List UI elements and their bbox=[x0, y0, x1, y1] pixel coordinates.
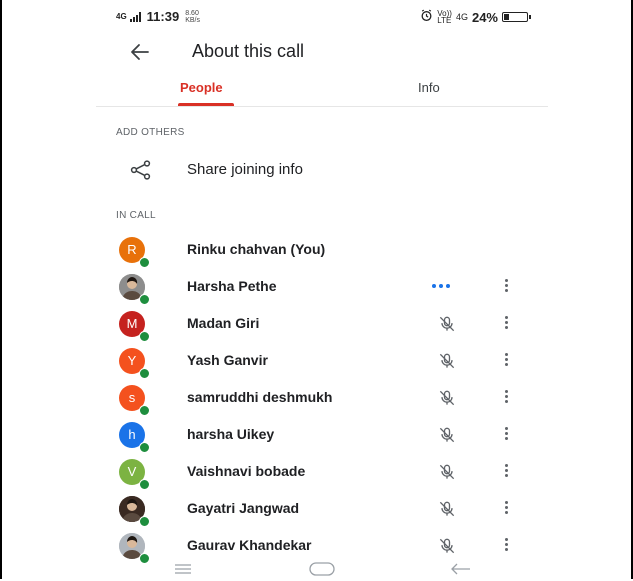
mic-off-icon[interactable] bbox=[437, 462, 457, 487]
participant-row[interactable]: Harsha Pethe bbox=[96, 268, 548, 305]
status-right: Vo)) LTE 4G 24% bbox=[420, 9, 531, 25]
participant-name: Vaishnavi bobade bbox=[187, 463, 306, 479]
status-left: 4G 11:39 8.60 KB/s bbox=[116, 9, 200, 24]
tab-bar: People Info bbox=[96, 72, 548, 107]
network-indicator: 4G bbox=[116, 12, 127, 21]
mic-off-icon[interactable] bbox=[437, 351, 457, 376]
participant-name: Gaurav Khandekar bbox=[187, 537, 312, 553]
tab-info[interactable]: Info bbox=[418, 80, 440, 95]
participant-row[interactable]: h harsha Uikey bbox=[96, 416, 548, 453]
speed-value: 8.60 bbox=[185, 9, 199, 17]
participant-row[interactable]: M Madan Giri bbox=[96, 305, 548, 342]
mic-off-icon[interactable] bbox=[437, 388, 457, 413]
phone-screen: 4G 11:39 8.60 KB/s Vo)) LTE 4G 24% About… bbox=[96, 0, 548, 579]
battery-fill bbox=[504, 14, 509, 20]
app-header: About this call bbox=[96, 34, 548, 70]
mic-off-icon[interactable] bbox=[437, 314, 457, 339]
tab-people[interactable]: People bbox=[180, 80, 223, 95]
back-icon[interactable] bbox=[449, 562, 471, 581]
participant-row[interactable]: Y Yash Ganvir bbox=[96, 342, 548, 379]
participant-row[interactable]: V Vaishnavi bobade bbox=[96, 453, 548, 490]
share-icon bbox=[130, 160, 152, 185]
active-tab-indicator bbox=[178, 103, 234, 106]
speed-unit: KB/s bbox=[185, 16, 201, 24]
more-vertical-icon[interactable] bbox=[503, 464, 509, 480]
arrow-left-icon[interactable] bbox=[128, 40, 152, 64]
participant-row[interactable]: Gaurav Khandekar bbox=[96, 527, 548, 564]
participant-name: Rinku chahvan (You) bbox=[187, 241, 326, 257]
battery-icon bbox=[502, 12, 531, 22]
data-speed: 8.60 KB/s bbox=[185, 10, 200, 24]
volte-indicator: Vo)) LTE bbox=[437, 10, 452, 25]
home-icon[interactable] bbox=[309, 562, 335, 581]
battery-percent: 24% bbox=[471, 9, 498, 25]
participant-name: samruddhi deshmukh bbox=[187, 389, 333, 405]
participant-row[interactable]: R Rinku chahvan (You) bbox=[96, 231, 548, 268]
speaking-indicator-icon bbox=[432, 284, 450, 288]
menu-icon[interactable] bbox=[174, 562, 192, 580]
participant-name: harsha Uikey bbox=[187, 426, 275, 442]
participant-row[interactable]: Gayatri Jangwad bbox=[96, 490, 548, 527]
more-vertical-icon[interactable] bbox=[503, 538, 509, 554]
share-joining-info-label: Share joining info bbox=[187, 161, 303, 178]
mic-off-icon[interactable] bbox=[437, 536, 457, 561]
signal-icon bbox=[129, 11, 141, 22]
mic-off-icon[interactable] bbox=[437, 499, 457, 524]
presence-indicator bbox=[139, 405, 150, 416]
presence-indicator bbox=[139, 442, 150, 453]
presence-indicator bbox=[139, 368, 150, 379]
presence-indicator bbox=[139, 516, 150, 527]
clock: 11:39 bbox=[146, 9, 180, 24]
status-bar: 4G 11:39 8.60 KB/s Vo)) LTE 4G 24% bbox=[96, 0, 548, 28]
share-joining-info-button[interactable]: Share joining info bbox=[96, 150, 548, 190]
more-vertical-icon[interactable] bbox=[503, 353, 509, 369]
participant-name: Harsha Pethe bbox=[187, 278, 277, 294]
participant-name: Yash Ganvir bbox=[187, 352, 268, 368]
section-add-others: ADD OTHERS bbox=[116, 127, 185, 138]
more-vertical-icon[interactable] bbox=[503, 279, 509, 295]
participant-row[interactable]: s samruddhi deshmukh bbox=[96, 379, 548, 416]
network-type: 4G bbox=[455, 11, 468, 22]
presence-indicator bbox=[139, 479, 150, 490]
system-nav-bar bbox=[96, 560, 548, 579]
more-vertical-icon[interactable] bbox=[503, 390, 509, 406]
presence-indicator bbox=[139, 294, 150, 305]
more-vertical-icon[interactable] bbox=[503, 316, 509, 332]
section-in-call: IN CALL bbox=[116, 210, 156, 221]
presence-indicator bbox=[139, 331, 150, 342]
presence-indicator bbox=[139, 257, 150, 268]
participant-name: Gayatri Jangwad bbox=[187, 500, 300, 516]
page-title: About this call bbox=[192, 41, 305, 61]
mic-off-icon[interactable] bbox=[437, 425, 457, 450]
participant-name: Madan Giri bbox=[187, 315, 260, 331]
more-vertical-icon[interactable] bbox=[503, 501, 509, 517]
more-vertical-icon[interactable] bbox=[503, 427, 509, 443]
alarm-icon bbox=[420, 9, 433, 25]
lte-label: LTE bbox=[437, 16, 452, 25]
